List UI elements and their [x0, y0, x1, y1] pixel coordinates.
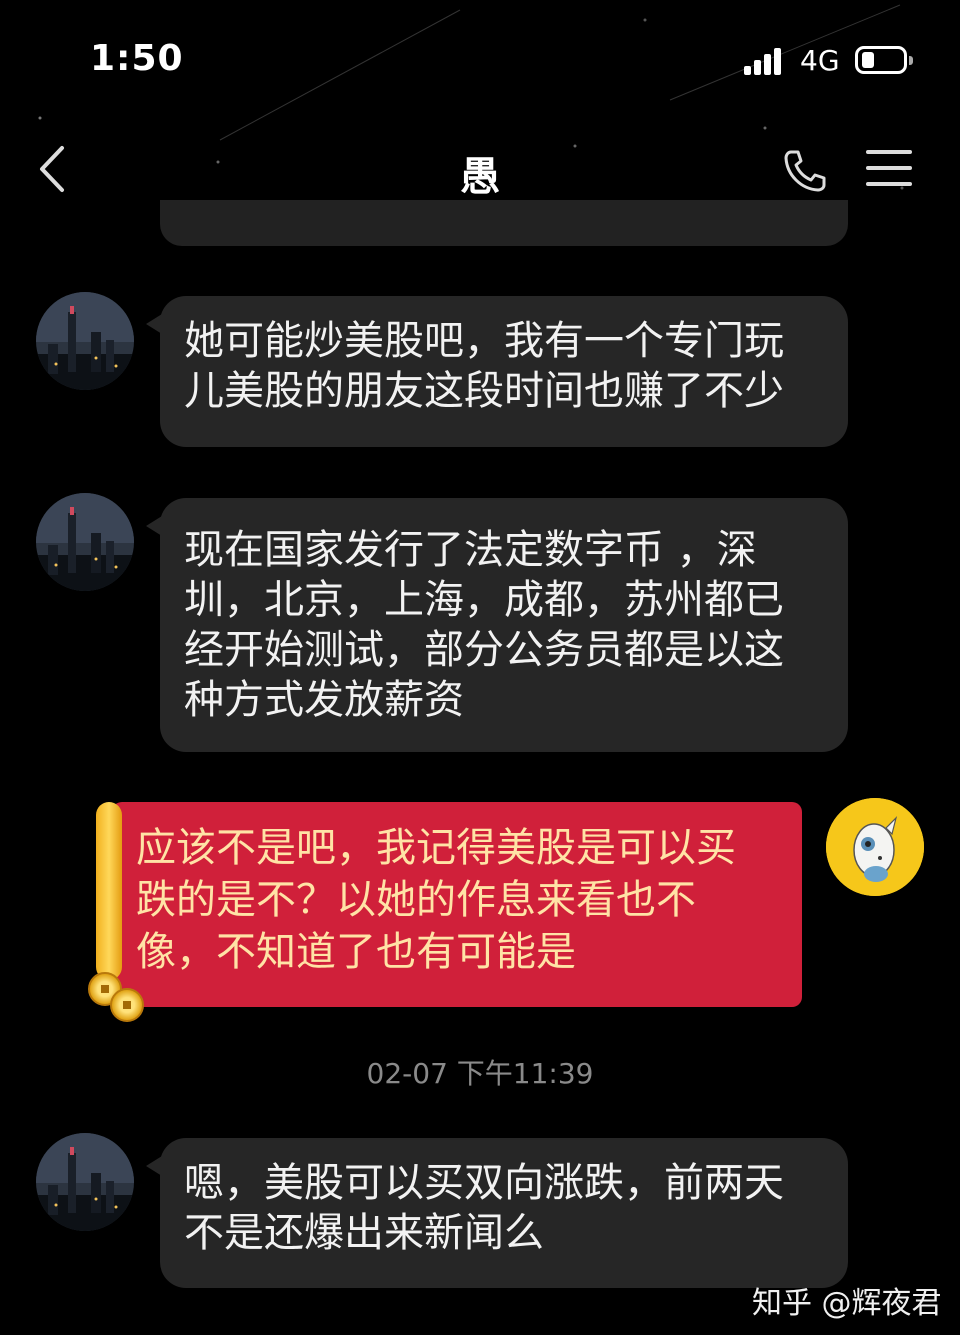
message-line: 现在国家发行了法定数字币 ，深: [184, 527, 757, 573]
message-line: 应该不是吧，我记得美股是可以买: [136, 825, 736, 871]
message-line: 跌的是不？以她的作息来看也不: [136, 877, 696, 923]
message-line: 她可能炒美股吧，我有一个专门玩: [184, 318, 784, 364]
coin-icon: [110, 988, 144, 1022]
bubble-scroll-decoration: [96, 802, 122, 980]
message-line: 不是还爆出来新闻么: [184, 1210, 544, 1256]
outgoing-message-bubble[interactable]: 应该不是吧，我记得美股是可以买 跌的是不？以她的作息来看也不 像，不知道了也有可…: [112, 802, 802, 1007]
incoming-message-bubble[interactable]: 她可能炒美股吧，我有一个专门玩 儿美股的朋友这段时间也赚了不少: [146, 296, 848, 447]
incoming-message-bubble[interactable]: 现在国家发行了法定数字币 ，深 圳，北京，上海，成都，苏州都已 经开始测试，部分…: [146, 498, 848, 752]
status-time: 1:50: [90, 38, 184, 79]
message-line: 儿美股的朋友这段时间也赚了不少: [184, 368, 784, 414]
message-line: 种方式发放薪资: [184, 677, 464, 723]
message-line: 圳，北京，上海，成都，苏州都已: [184, 577, 784, 623]
message-timestamp: 02-07 下午11:39: [366, 1057, 594, 1090]
my-avatar[interactable]: [826, 798, 924, 896]
phone-call-icon[interactable]: [782, 148, 828, 194]
battery-icon: [855, 46, 913, 74]
status-bar: 1:50 4G: [0, 0, 960, 120]
incoming-message-bubble[interactable]: 嗯，美股可以买双向涨跌，前两天 不是还爆出来新闻么: [146, 1138, 848, 1288]
contact-avatar[interactable]: [36, 292, 134, 390]
contact-avatar[interactable]: [36, 493, 134, 591]
network-type: 4G: [800, 44, 840, 77]
message-line: 像，不知道了也有可能是: [136, 929, 576, 975]
contact-avatar[interactable]: [36, 1133, 134, 1231]
signal-icon: [744, 48, 781, 75]
message-line: 经开始测试，部分公务员都是以这: [184, 627, 784, 673]
message-line: 嗯，美股可以买双向涨跌，前两天: [184, 1160, 784, 1206]
menu-icon[interactable]: [866, 150, 912, 190]
zhihu-watermark: 知乎 @辉夜君: [752, 1286, 942, 1321]
previous-message-bubble: [160, 200, 848, 246]
